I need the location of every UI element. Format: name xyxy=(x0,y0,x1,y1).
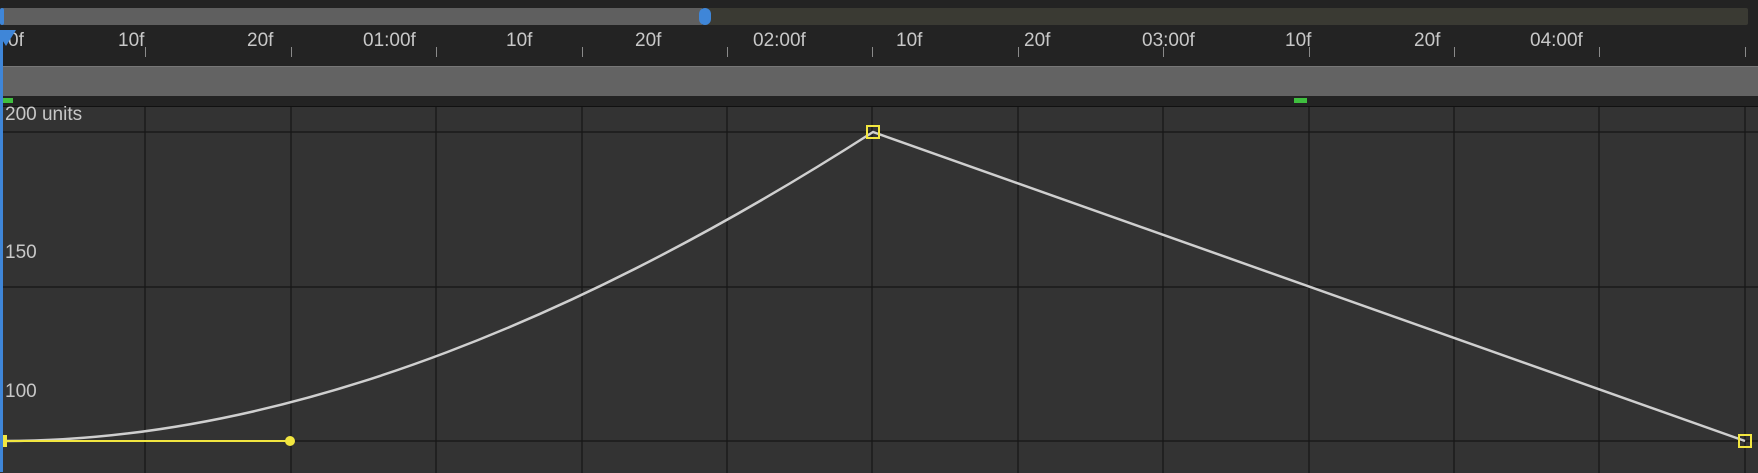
navigator-end-handle[interactable] xyxy=(699,8,711,25)
ruler-label: 03:00f xyxy=(1142,30,1195,51)
ruler-tick xyxy=(436,47,437,57)
ruler-label: 10f xyxy=(1285,30,1312,51)
ruler-tick xyxy=(291,47,292,57)
time-ruler[interactable]: 0f 10f 20f 01:00f 10f 20f 02:00f 10f 20f… xyxy=(0,30,1758,66)
ruler-tick xyxy=(1454,47,1455,57)
ruler-label: 10f xyxy=(118,30,145,51)
ruler-tick xyxy=(1163,47,1164,57)
ruler-tick xyxy=(582,47,583,57)
ruler-label: 20f xyxy=(247,30,274,51)
ruler-label: 10f xyxy=(896,30,923,51)
ruler-tick xyxy=(1018,47,1019,57)
ruler-label: 02:00f xyxy=(753,30,806,51)
value-label-150: 150 xyxy=(5,242,37,263)
ruler-tick xyxy=(1599,47,1600,57)
time-navigator[interactable] xyxy=(0,0,1758,30)
ruler-label: 10f xyxy=(506,30,533,51)
playhead-handle[interactable] xyxy=(0,30,16,46)
ruler-tick xyxy=(145,47,146,57)
marker-03-00f[interactable] xyxy=(1294,98,1307,103)
ruler-tick xyxy=(872,47,873,57)
ruler-tick xyxy=(1309,47,1310,57)
graph-canvas[interactable] xyxy=(0,107,1758,473)
value-label-100: 100 xyxy=(5,381,37,402)
work-area-bar[interactable] xyxy=(0,66,1758,97)
ruler-label: 20f xyxy=(1024,30,1051,51)
navigator-start-handle[interactable] xyxy=(0,8,4,25)
ruler-tick xyxy=(727,47,728,57)
navigator-visible-range[interactable] xyxy=(2,8,702,25)
graph-editor[interactable]: 200 units 150 100 xyxy=(0,104,1758,473)
graph-grid xyxy=(0,107,1758,473)
value-label-200: 200 units xyxy=(5,104,83,125)
keyframe-handle-dot xyxy=(285,436,295,446)
ruler-label: 20f xyxy=(635,30,662,51)
ruler-label: 04:00f xyxy=(1530,30,1583,51)
marker-row xyxy=(0,96,1758,106)
playhead-line[interactable] xyxy=(0,30,3,472)
ruler-label: 20f xyxy=(1414,30,1441,51)
ruler-label: 01:00f xyxy=(363,30,416,51)
ruler-tick xyxy=(1745,47,1746,57)
